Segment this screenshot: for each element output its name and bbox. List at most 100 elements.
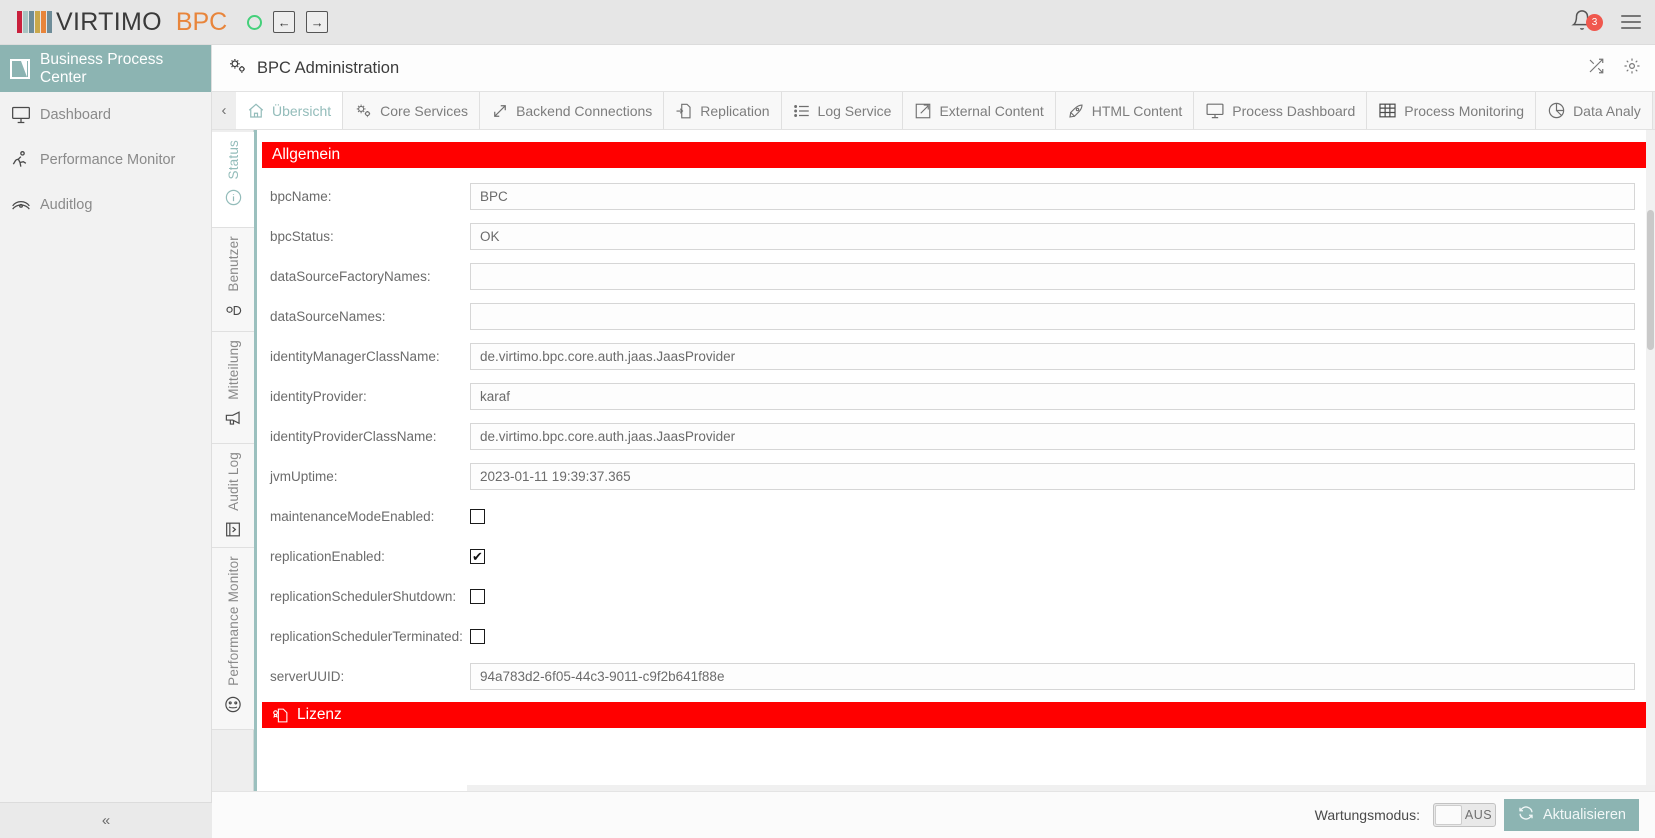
tab-replication[interactable]: Replication [664,92,782,129]
bpc-status-input[interactable]: OK [470,222,1635,250]
sidebar-item-auditlog[interactable]: Auditlog [0,182,211,227]
monitor-icon [1205,101,1225,120]
top-bar-actions: 3 [1571,9,1641,35]
tab-backend-connections[interactable]: Backend Connections [480,92,665,129]
eye-layers-icon [10,195,40,215]
form-row: identityProviderClassName: de.virtimo.bp… [257,416,1647,456]
tab-label: Backend Connections [516,102,653,119]
maintenance-mode-enabled-checkbox[interactable] [470,508,485,524]
field-label: replicationEnabled: [270,548,385,564]
field-label: serverUUID: [270,668,345,684]
sidebar-collapse-button[interactable]: « [0,802,212,838]
sidebar-header[interactable]: Business Process Center [0,45,211,92]
sidebar-item-dashboard[interactable]: Dashboard [0,92,211,137]
sidebar: Business Process Center Dashboard Perfor… [0,45,212,838]
form-row: identityProvider: karaf [257,376,1647,416]
status-panel: Allgemein bpcName: BPC bpcStatus: OK dat… [254,130,1655,838]
scrollbar-thumb[interactable] [1647,210,1654,350]
vtab-mitteilung[interactable]: Mitteilung [212,332,254,444]
form-row: jvmUptime: 2023-01-11 19:39:37.365 [257,456,1647,496]
home-icon [247,102,265,120]
sidebar-item-label: Auditlog [40,196,93,213]
form-row: replicationSchedulerShutdown: [257,576,1647,616]
replication-scheduler-shutdown-checkbox[interactable] [470,588,485,604]
tab-html-content[interactable]: HTML Content [1055,92,1195,129]
sidebar-item-label: Performance Monitor [40,151,176,168]
maintenance-mode-toggle[interactable]: AUS [1432,803,1496,827]
tab-log-service[interactable]: Log Service [781,92,904,129]
datasource-names-input[interactable] [470,302,1635,330]
shuffle-icon[interactable] [1587,57,1605,80]
bpc-logo-icon [10,58,30,79]
megaphone-icon [223,409,244,428]
section-title: Allgemein [272,146,341,163]
tab-label: Process Dashboard [1232,102,1356,119]
certificate-icon [272,707,289,724]
tabs-scroll-left-button[interactable]: ‹ [212,92,236,129]
vtab-benutzer[interactable]: Benutzer [212,228,254,332]
tab-uebersicht[interactable]: Übersicht [236,92,344,129]
vtab-performance-monitor[interactable]: Performance Monitor [212,548,254,730]
tab-external-content[interactable]: External Content [903,92,1056,129]
refresh-button[interactable]: Aktualisieren [1503,799,1639,831]
jvm-uptime-input[interactable]: 2023-01-11 19:39:37.365 [470,462,1635,490]
pen-icon [1067,102,1085,120]
top-bar: VIRTIMO BPC ← → 3 [0,0,1655,45]
forward-button[interactable]: → [306,11,329,33]
form-row: maintenanceModeEnabled: [257,496,1647,536]
page-header: BPC Administration [212,45,1655,92]
notifications-button[interactable]: 3 [1571,9,1603,35]
tab-label: Replication [700,102,770,119]
user-icon [223,301,244,320]
runner-icon [10,150,40,170]
page-header-actions [1587,57,1641,80]
tab-strip: ‹ Übersicht Core Services Backend Connec… [212,92,1655,130]
diagonal-arrows-icon [491,102,509,120]
tab-label: External Content [939,102,1044,119]
server-uuid-input[interactable]: 94a783d2-6f05-44c3-9011-c9f2b641f88e [470,662,1635,690]
main-area: BPC Administration ‹ Übersicht Core Serv… [212,45,1655,838]
replication-enabled-checkbox[interactable]: ✔ [470,548,485,564]
product-name: BPC [175,7,228,36]
sidebar-item-performance-monitor[interactable]: Performance Monitor [0,137,211,182]
tab-process-dashboard[interactable]: Process Dashboard [1194,92,1368,129]
identity-provider-input[interactable]: karaf [470,382,1635,410]
tab-core-services[interactable]: Core Services [343,92,481,129]
form-row: serverUUID: 94a783d2-6f05-44c3-9011-c9f2… [257,656,1647,696]
gear-icon[interactable] [1623,57,1641,80]
virtimo-logo-icon [17,11,53,33]
gears-icon [354,101,373,120]
vtab-label: Mitteilung [225,340,241,400]
brand-logo[interactable]: VIRTIMO BPC [17,8,227,37]
tab-process-monitoring[interactable]: Process Monitoring [1367,92,1537,129]
field-label: identityProvider: [270,388,367,404]
tab-label: Data Analy [1573,102,1641,119]
field-label: bpcStatus: [270,228,334,244]
sidebar-item-label: Dashboard [40,106,111,123]
vtab-audit-log[interactable]: Audit Log [212,444,254,548]
field-label: replicationSchedulerShutdown: [270,588,457,604]
tab-data-analytics[interactable]: Data Analy [1536,92,1653,129]
section-header-allgemein: Allgemein [262,142,1647,168]
panel-vertical-scrollbar[interactable] [1646,130,1655,838]
refresh-button-label: Aktualisieren [1542,807,1626,823]
identity-provider-class-name-input[interactable]: de.virtimo.bpc.core.auth.jaas.JaasProvid… [470,422,1635,450]
form-row: dataSourceNames: [257,296,1647,336]
back-button[interactable]: ← [273,11,296,33]
bpc-name-input[interactable]: BPC [470,182,1635,210]
field-label: jvmUptime: [270,468,338,484]
datasource-factory-names-input[interactable] [470,262,1635,290]
replication-scheduler-terminated-checkbox[interactable] [470,628,485,644]
field-label: identityProviderClassName: [270,428,437,444]
brand-name: VIRTIMO [56,7,162,36]
pie-chart-icon [1547,101,1566,120]
identity-manager-class-name-input[interactable]: de.virtimo.bpc.core.auth.jaas.JaasProvid… [470,342,1635,370]
gauge-icon [223,695,243,714]
form-row: bpcName: BPC [257,176,1647,216]
notification-badge: 3 [1586,14,1603,31]
vtab-status[interactable]: Status [212,132,254,228]
status-panel-inner: Allgemein bpcName: BPC bpcStatus: OK dat… [257,130,1655,838]
gears-icon [227,55,248,81]
form-row: replicationSchedulerTerminated: [257,616,1647,656]
hamburger-menu-icon[interactable] [1621,15,1641,29]
